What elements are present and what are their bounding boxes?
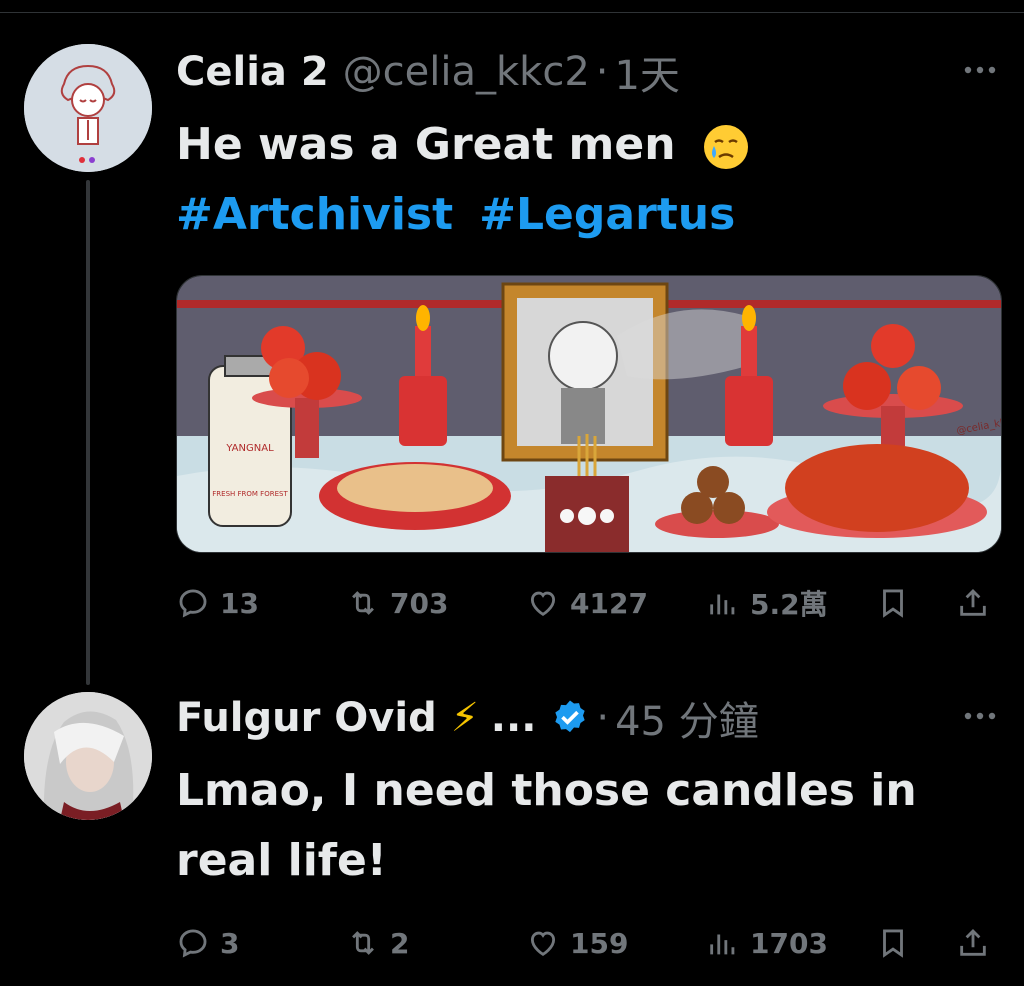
like-icon xyxy=(530,931,556,956)
separator-dot: · xyxy=(595,49,609,95)
like-button[interactable]: 4127 xyxy=(526,578,648,628)
avatar-fulgur[interactable] xyxy=(24,692,152,820)
tweet-text: He was a Great men xyxy=(176,110,751,180)
retweet-button[interactable]: 2 xyxy=(346,918,409,968)
like-count: 159 xyxy=(570,926,629,960)
top-divider xyxy=(0,0,1024,13)
name-truncation: ... xyxy=(490,695,537,741)
display-name[interactable]: Celia 2 xyxy=(176,49,329,95)
avatar-illustration xyxy=(24,44,152,172)
more-icon[interactable] xyxy=(960,60,1000,80)
more-icon[interactable] xyxy=(960,706,1000,726)
reply-icon xyxy=(179,589,207,618)
altar-illustration: YANGNAL FRESH FROM FOREST @celia_kkc2 xyxy=(177,276,1001,552)
views-icon xyxy=(710,594,735,615)
share-button[interactable] xyxy=(956,578,990,628)
retweet-button[interactable]: 703 xyxy=(346,578,448,628)
tweet-actions: 3 2 159 1703 xyxy=(176,918,1000,968)
reply-count: 13 xyxy=(220,586,259,620)
view-count: 1703 xyxy=(750,926,828,960)
pie-dish xyxy=(319,462,511,530)
share-icon xyxy=(960,928,986,956)
views-icon xyxy=(710,934,735,955)
verified-badge-icon[interactable] xyxy=(550,698,590,738)
lightning-icon: ⚡ xyxy=(450,695,479,741)
reply-count: 3 xyxy=(220,926,240,960)
like-button[interactable]: 159 xyxy=(526,918,628,968)
bookmark-icon xyxy=(883,929,903,958)
face-holding-back-tears-icon xyxy=(703,125,748,169)
retweet-icon xyxy=(352,931,374,955)
tweet-text: Lmao, I need those candles in real life! xyxy=(176,765,917,886)
retweet-count: 703 xyxy=(390,586,449,620)
bookmark-button[interactable] xyxy=(876,578,910,628)
tweet-text-content: He was a Great men xyxy=(176,119,676,170)
avatar-illustration xyxy=(24,692,152,820)
user-handle[interactable]: @celia_kkc2 xyxy=(343,49,590,95)
hashtag-artchivist[interactable]: #Artchivist xyxy=(176,189,453,240)
milk-label: YANGNAL xyxy=(225,443,274,454)
tweet-media-image[interactable]: YANGNAL FRESH FROM FOREST @celia_kkc2 xyxy=(176,275,1002,553)
timestamp[interactable]: 1天 xyxy=(614,43,679,101)
reply-button[interactable]: 13 xyxy=(176,578,259,628)
like-count: 4127 xyxy=(570,586,648,620)
hashtag-legartus[interactable]: #Legartus xyxy=(479,189,735,240)
avatar-celia[interactable] xyxy=(24,44,152,172)
share-button[interactable] xyxy=(956,918,990,968)
share-icon xyxy=(960,588,986,616)
display-name[interactable]: Fulgur Ovid xyxy=(176,695,437,741)
separator-dot: · xyxy=(596,695,610,741)
bookmark-icon xyxy=(883,589,903,618)
views-button[interactable]: 5.2萬 xyxy=(706,578,828,628)
milk-sublabel: FRESH FROM FOREST xyxy=(212,490,288,498)
reply-icon xyxy=(179,929,207,958)
tweet-header: Celia 2 @celia_kkc2 · 1天 xyxy=(176,42,680,102)
tweet-header: Fulgur Ovid ⚡ ... · 45 分鐘 xyxy=(176,688,759,748)
bookmark-button[interactable] xyxy=(876,918,910,968)
view-count: 5.2萬 xyxy=(750,588,828,621)
reply-button[interactable]: 3 xyxy=(176,918,239,968)
retweet-count: 2 xyxy=(390,926,410,960)
timestamp[interactable]: 45 分鐘 xyxy=(615,689,759,747)
views-button[interactable]: 1703 xyxy=(706,918,828,968)
retweet-icon xyxy=(352,591,374,615)
hashtags: #Artchivist #Legartus xyxy=(176,180,761,250)
thread-connector-line xyxy=(86,180,90,685)
like-icon xyxy=(530,591,556,616)
tweet-actions: 13 703 4127 5.2萬 xyxy=(176,578,1000,628)
